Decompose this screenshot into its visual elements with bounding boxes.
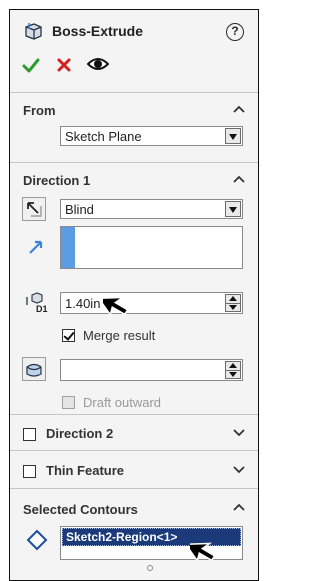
help-icon[interactable]: ? [226,23,244,41]
dropdown-arrow-icon[interactable] [225,201,241,217]
thin-feature-checkbox[interactable] [23,465,36,478]
direction1-title: Direction 1 [23,173,91,188]
reverse-direction-button[interactable] [22,197,46,221]
thin-feature-title: Thin Feature [46,463,125,478]
direction1-section: Direction 1 Blind D1 1.40in Merge result… [10,162,258,414]
depth-spinner[interactable] [225,294,241,312]
pointer-cursor-icon [190,542,216,563]
direction-vector-icon [29,240,43,254]
selected-contours-title: Selected Contours [23,502,138,517]
preview-eye-icon[interactable] [87,56,109,72]
cancel-x-icon[interactable] [57,58,71,72]
panel-title: Boss-Extrude [52,23,144,39]
dropdown-arrow-icon[interactable] [225,128,241,144]
merge-result-checkbox[interactable] [62,329,75,342]
draft-outward-label: Draft outward [83,395,162,410]
pointer-cursor-icon [103,296,129,317]
from-title: From [23,103,56,118]
depth-value: 1.40in [65,296,101,311]
contour-item-label: Sketch2-Region<1> [66,530,178,544]
chevron-up-icon[interactable] [233,175,245,183]
action-row [10,52,258,86]
end-condition-dropdown[interactable]: Blind [60,199,243,219]
draft-angle-spinner[interactable] [225,361,241,379]
direction2-title: Direction 2 [46,426,114,441]
panel-header: Boss-Extrude ? [10,10,258,92]
contour-diamond-icon [26,529,48,551]
start-condition-value: Sketch Plane [65,129,142,144]
direction1-section-header[interactable]: Direction 1 [10,163,258,197]
draft-outward-checkbox[interactable] [62,396,75,409]
ok-check-icon[interactable] [22,57,40,75]
direction-selection-box[interactable] [60,226,243,269]
property-manager-panel: Boss-Extrude ? From Sketch Plane Directi… [9,9,259,581]
selected-contours-section: Selected Contours Sketch2-Region<1> [10,488,258,580]
draft-angle-input[interactable] [60,359,243,381]
chevron-up-icon[interactable] [233,503,245,511]
direction2-section: Direction 2 [10,414,258,450]
depth-input[interactable]: 1.40in [60,292,243,314]
extrude-feature-icon [25,23,42,40]
from-section-header[interactable]: From [10,93,258,127]
selection-accent-bar [61,227,75,268]
chevron-down-icon[interactable] [233,429,245,437]
chevron-down-icon[interactable] [233,466,245,474]
draft-icon [26,363,42,377]
selected-contours-header[interactable]: Selected Contours [10,489,258,523]
resize-handle[interactable] [147,565,153,571]
start-condition-dropdown[interactable]: Sketch Plane [60,126,243,146]
end-condition-value: Blind [65,202,94,217]
reverse-direction-icon [27,202,42,217]
depth-tag: D1 [36,304,48,314]
thin-feature-section: Thin Feature [10,450,258,488]
merge-result-label: Merge result [83,328,156,343]
title-row: Boss-Extrude ? [10,10,258,52]
from-section: From Sketch Plane [10,92,258,162]
draft-toggle-button[interactable] [22,357,46,381]
chevron-up-icon[interactable] [233,105,245,113]
direction2-checkbox[interactable] [23,428,36,441]
